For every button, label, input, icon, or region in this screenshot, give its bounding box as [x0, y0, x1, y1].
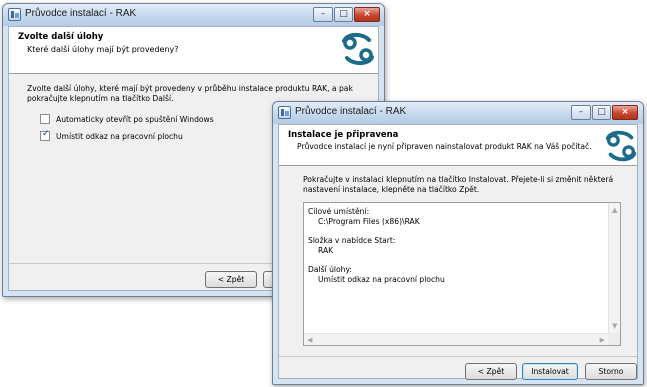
cancer-zodiac-logo: [605, 130, 637, 162]
cancel-button[interactable]: Storno: [585, 363, 637, 380]
front-instructions-line2: nastavení instalace, klepněte na tlačítk…: [303, 185, 480, 194]
back-header-subtitle: Které další úlohy mají být provedeny?: [27, 45, 179, 54]
start-menu-folder-value: RAK: [318, 246, 334, 255]
additional-tasks-label: Další úlohy:: [308, 265, 352, 274]
cancer-zodiac-logo: [342, 32, 374, 66]
scroll-corner: [608, 333, 620, 345]
dest-location-value: C:\Program Files (x86)\RAK: [318, 217, 420, 226]
back-window-back-button[interactable]: < Zpět: [205, 271, 257, 288]
scroll-left-arrow-icon[interactable]: ◀: [307, 336, 312, 344]
autostart-checkbox[interactable]: [40, 114, 50, 124]
maximize-button[interactable]: □: [592, 105, 611, 120]
back-instructions-line2: pokračujte klepnutím na tlačítko Další.: [27, 94, 174, 103]
autostart-label[interactable]: Automaticky otevřít po spuštění Windows: [56, 115, 214, 124]
additional-tasks-value: Umístit odkaz na pracovní plochu: [318, 275, 445, 284]
front-header-subtitle: Průvodce instalací je nyní připraven nai…: [297, 142, 592, 151]
installer-icon: [278, 106, 291, 119]
task-desktop-shortcut-row[interactable]: Umístit odkaz na pracovní plochu: [40, 129, 183, 142]
back-window-title: Průvodce instalací - RAK: [25, 8, 137, 19]
back-titlebar[interactable]: Průvodce instalací - RAK – □ ×: [3, 4, 384, 26]
front-header: Instalace je připravena Průvodce instala…: [279, 125, 637, 166]
scroll-down-arrow-icon[interactable]: ▼: [612, 322, 617, 330]
install-summary-box[interactable]: Cílové umístění: C:\Program Files (x86)\…: [303, 202, 621, 346]
summary-vertical-scrollbar[interactable]: ▲ ▼: [608, 203, 620, 333]
desktop-shortcut-label[interactable]: Umístit odkaz na pracovní plochu: [56, 132, 183, 141]
back-header-title: Zvolte další úlohy: [18, 32, 104, 42]
desktop-shortcut-checkbox[interactable]: [40, 129, 50, 141]
back-instructions-line1: Zvolte další úlohy, které mají být prove…: [27, 84, 353, 93]
front-content: Instalace je připravena Průvodce instala…: [278, 124, 638, 380]
front-instructions-line1: Pokračujte v instalaci klepnutím na tlač…: [303, 175, 614, 184]
minimize-button[interactable]: –: [313, 7, 333, 22]
front-header-title: Instalace je připravena: [288, 130, 399, 140]
maximize-button[interactable]: □: [334, 7, 353, 22]
back-button[interactable]: < Zpět: [465, 363, 517, 380]
start-menu-folder-label: Složka v nabídce Start:: [308, 236, 396, 245]
front-window-title: Průvodce instalací - RAK: [295, 106, 407, 117]
close-button[interactable]: ×: [354, 7, 380, 22]
front-titlebar[interactable]: Průvodce instalací - RAK – □ ×: [273, 102, 643, 124]
installer-icon: [8, 8, 21, 21]
close-button[interactable]: ×: [612, 105, 638, 120]
task-autostart-row[interactable]: Automaticky otevřít po spuštění Windows: [40, 113, 214, 125]
back-header: Zvolte další úlohy Které další úlohy maj…: [9, 27, 378, 74]
front-footer-divider: [279, 356, 637, 357]
install-button[interactable]: Instalovat: [522, 363, 578, 380]
minimize-button[interactable]: –: [571, 105, 591, 120]
scroll-up-arrow-icon[interactable]: ▲: [612, 206, 617, 214]
front-installer-window: Průvodce instalací - RAK – □ × Instalace…: [272, 101, 644, 385]
summary-horizontal-scrollbar[interactable]: ◀ ▶: [304, 333, 608, 345]
scroll-right-arrow-icon[interactable]: ▶: [600, 336, 605, 344]
dest-location-label: Cílové umístění:: [308, 207, 370, 216]
